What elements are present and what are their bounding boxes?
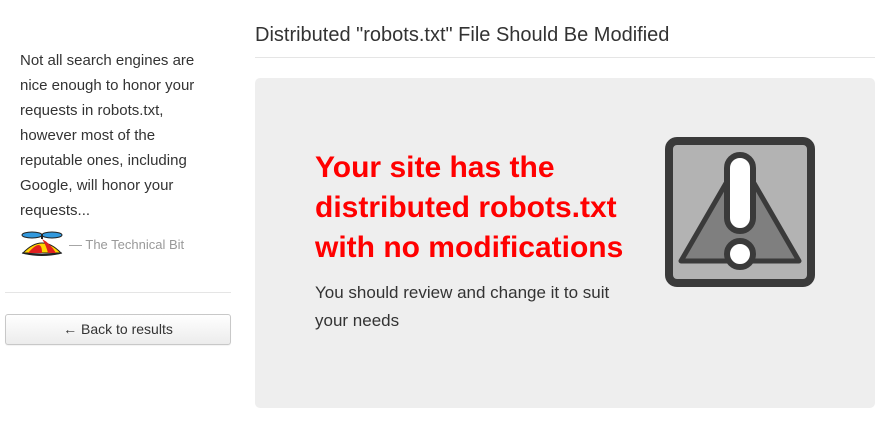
propeller-beanie-icon bbox=[20, 231, 64, 257]
attribution-text: — The Technical Bit bbox=[69, 236, 185, 252]
sidebar-quote: Not all search engines are nice enough t… bbox=[20, 52, 195, 219]
result-headline: Your site has the distributed robots.txt… bbox=[315, 151, 624, 264]
sidebar-divider bbox=[5, 292, 231, 293]
page-title: Distributed "robots.txt" File Should Be … bbox=[255, 24, 670, 46]
warning-icon bbox=[665, 137, 815, 287]
result-panel: Your site has the distributed robots.txt… bbox=[255, 78, 875, 408]
quote-attribution: — The Technical Bit bbox=[20, 231, 184, 257]
back-to-results-button[interactable]: ← Back to results bbox=[5, 314, 231, 345]
title-divider bbox=[255, 57, 875, 58]
result-subtext: You should review and change it to suit … bbox=[315, 283, 610, 330]
